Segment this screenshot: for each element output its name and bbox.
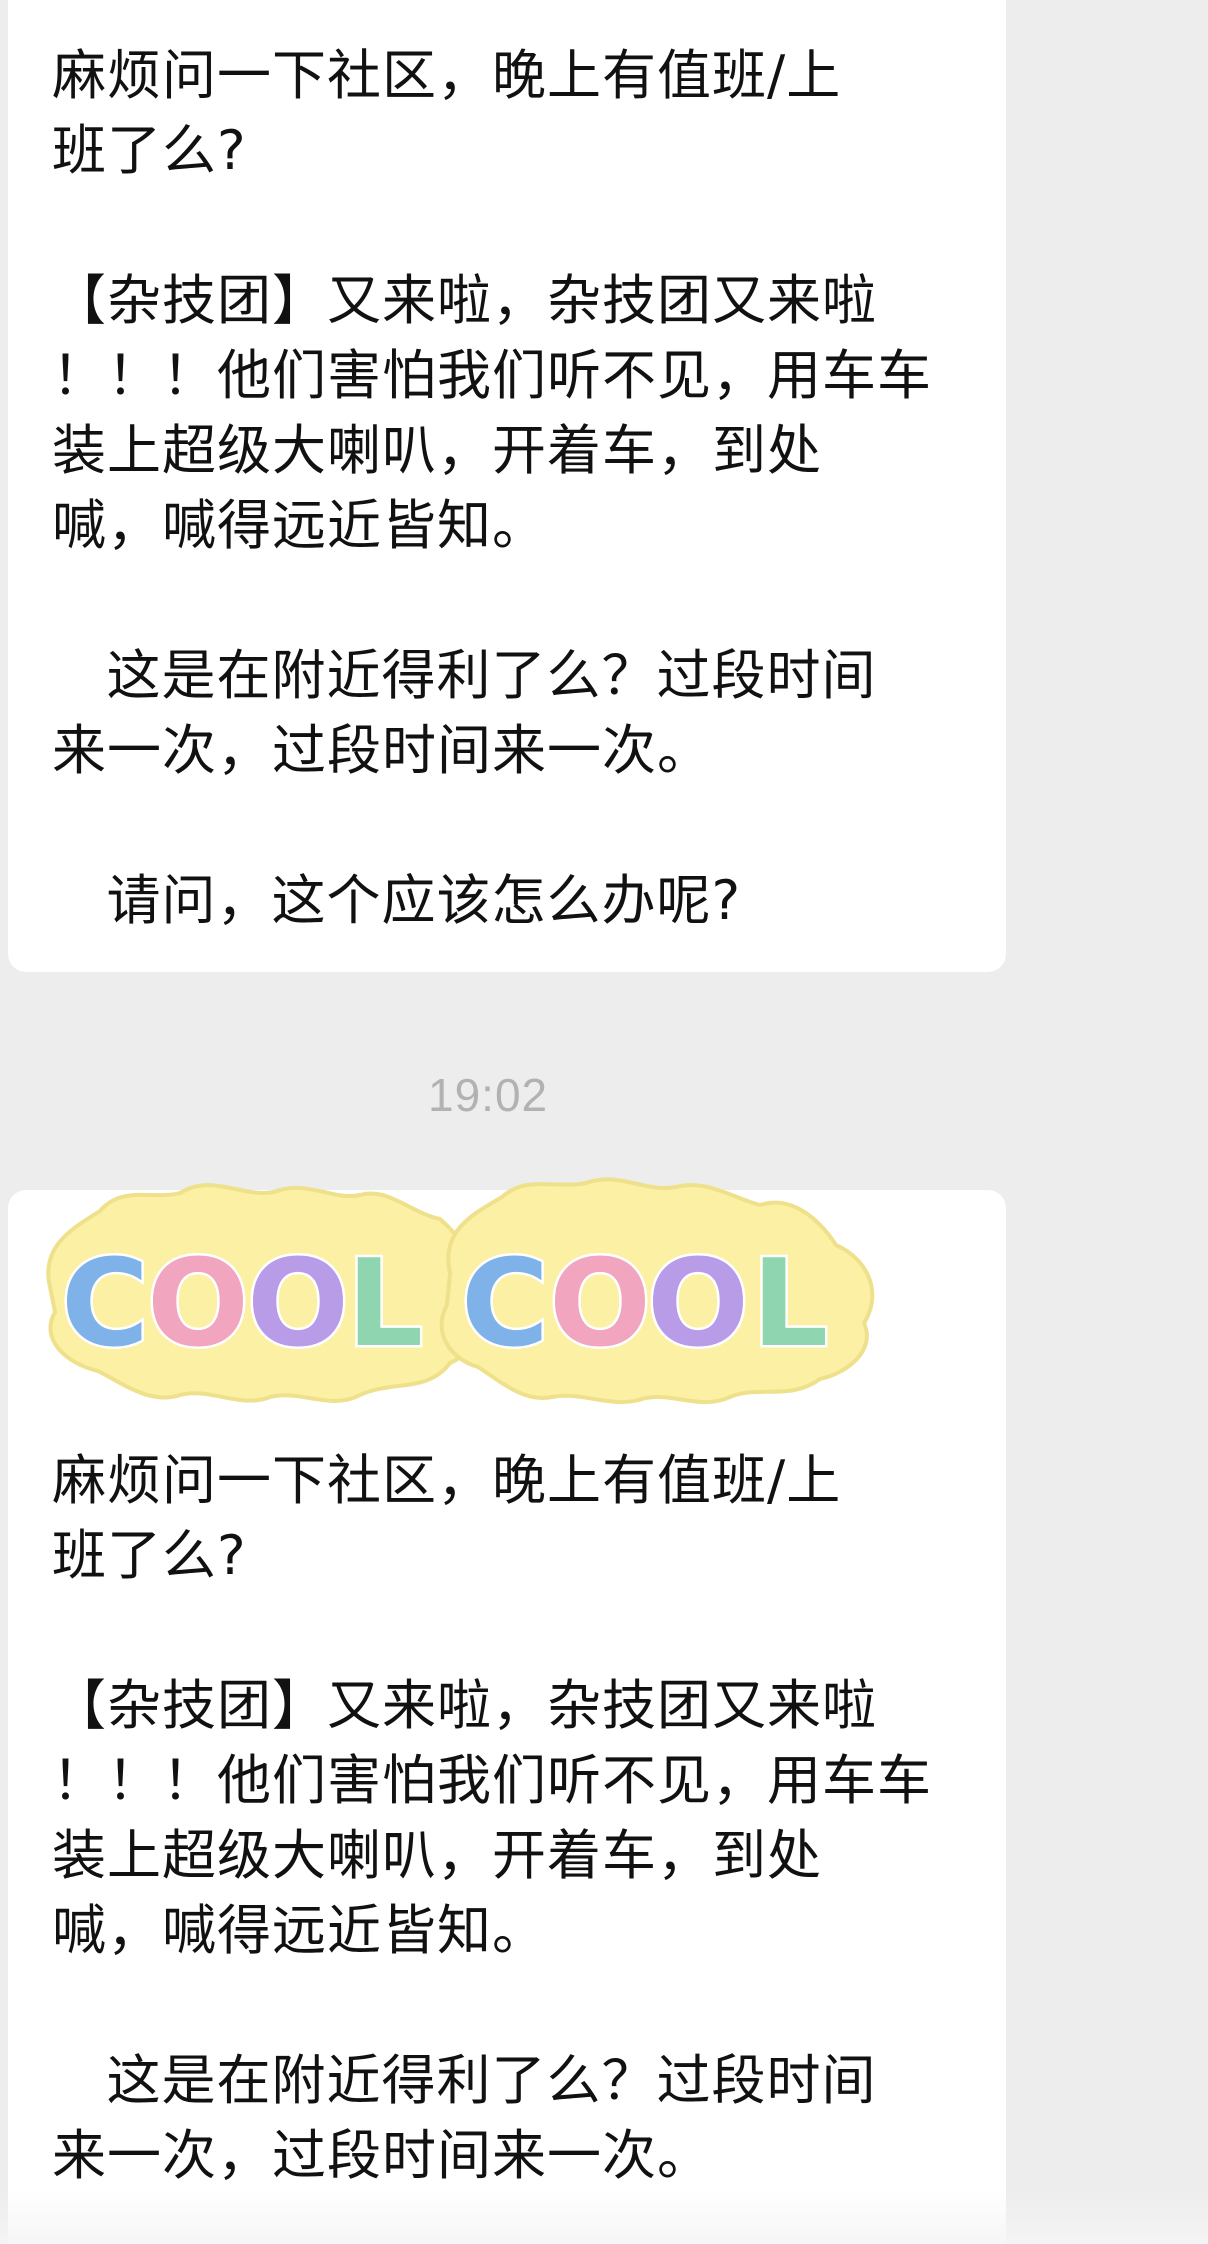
- sticker-letter: C: [61, 1235, 149, 1374]
- cool-sticker: C O O L C O O L: [46, 1177, 875, 1405]
- bottom-fade-overlay: [0, 2190, 1208, 2244]
- sticker-letter: O: [147, 1235, 249, 1374]
- sticker-letter: L: [752, 1235, 828, 1374]
- message-bubble-1[interactable]: 麻烦问一下社区，晚上有值班/上 班了么? 【杂技团】又来啦，杂技团又来啦 ！！！…: [8, 0, 1006, 972]
- message-timestamp: 19:02: [428, 1069, 549, 1121]
- message-text: 麻烦问一下社区，晚上有值班/上 班了么? 【杂技团】又来啦，杂技团又来啦 ！！！…: [52, 44, 932, 932]
- sticker-letter: C: [461, 1235, 549, 1374]
- sticker-letter: O: [549, 1235, 651, 1374]
- sticker-letter: O: [647, 1235, 749, 1374]
- message-text: 麻烦问一下社区，晚上有值班/上 班了么? 【杂技团】又来啦，杂技团又来啦 ！！！…: [52, 1449, 932, 2187]
- sticker-letter: L: [347, 1235, 423, 1374]
- sticker-letter: O: [247, 1235, 349, 1374]
